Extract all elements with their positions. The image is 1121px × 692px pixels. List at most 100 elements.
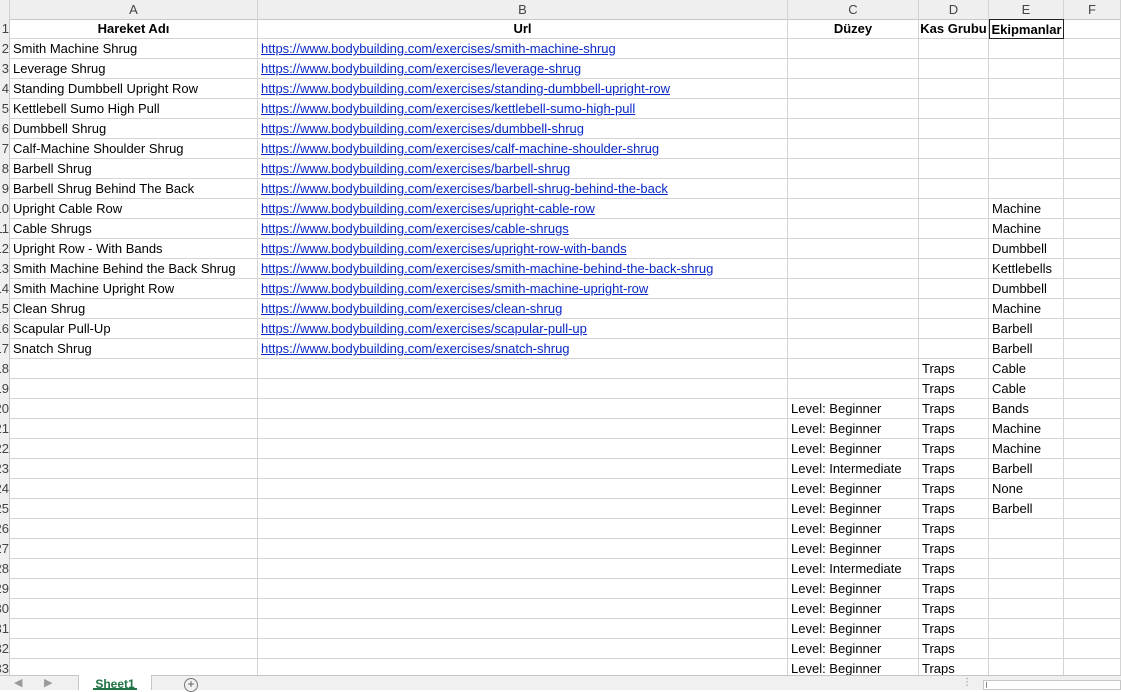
cell-kas-grubu[interactable]: [919, 259, 989, 279]
cell-duzey[interactable]: Level: Intermediate: [788, 559, 919, 579]
header-cell-hareket-adi[interactable]: Hareket Adı: [10, 19, 258, 39]
empty-cell[interactable]: [1064, 79, 1121, 99]
cell-url-link[interactable]: https://www.bodybuilding.com/exercises/s…: [258, 319, 788, 339]
cell-ekipmanlar[interactable]: [989, 39, 1064, 59]
column-header-b[interactable]: B: [258, 0, 788, 19]
cell-url-link[interactable]: https://www.bodybuilding.com/exercises/s…: [258, 79, 788, 99]
empty-cell[interactable]: [1064, 179, 1121, 199]
cell-duzey[interactable]: Level: Beginner: [788, 599, 919, 619]
cell-duzey[interactable]: Level: Beginner: [788, 499, 919, 519]
cell-duzey[interactable]: Level: Beginner: [788, 439, 919, 459]
column-header-c[interactable]: C: [788, 0, 919, 19]
cell-hareket-adi[interactable]: [10, 439, 258, 459]
column-header-f[interactable]: F: [1064, 0, 1121, 19]
empty-cell[interactable]: [1064, 479, 1121, 499]
cell-hareket-adi[interactable]: Cable Shrugs: [10, 219, 258, 239]
cell-url-link[interactable]: https://www.bodybuilding.com/exercises/d…: [258, 119, 788, 139]
cell-kas-grubu[interactable]: Traps: [919, 439, 989, 459]
cell-url-link[interactable]: [258, 379, 788, 399]
cell-ekipmanlar[interactable]: Machine: [989, 219, 1064, 239]
empty-cell[interactable]: [1064, 579, 1121, 599]
cell-hareket-adi[interactable]: [10, 619, 258, 639]
empty-cell[interactable]: [1064, 539, 1121, 559]
cell-kas-grubu[interactable]: Traps: [919, 459, 989, 479]
cell-kas-grubu[interactable]: Traps: [919, 579, 989, 599]
row-number[interactable]: 33: [0, 659, 10, 675]
cell-kas-grubu[interactable]: [919, 219, 989, 239]
cell-ekipmanlar[interactable]: [989, 99, 1064, 119]
empty-cell[interactable]: [1064, 359, 1121, 379]
cell-duzey[interactable]: [788, 239, 919, 259]
cell-kas-grubu[interactable]: [919, 79, 989, 99]
cell-duzey[interactable]: Level: Beginner: [788, 539, 919, 559]
cell-ekipmanlar[interactable]: [989, 539, 1064, 559]
cell-url-link[interactable]: [258, 399, 788, 419]
row-number[interactable]: 2: [0, 39, 10, 59]
cell-ekipmanlar[interactable]: Machine: [989, 199, 1064, 219]
cell-duzey[interactable]: Level: Beginner: [788, 639, 919, 659]
cell-url-link[interactable]: [258, 459, 788, 479]
cell-hareket-adi[interactable]: Clean Shrug: [10, 299, 258, 319]
cell-duzey[interactable]: [788, 299, 919, 319]
empty-cell[interactable]: [1064, 199, 1121, 219]
row-number[interactable]: 7: [0, 139, 10, 159]
row-number[interactable]: 8: [0, 159, 10, 179]
row-number[interactable]: 19: [0, 379, 10, 399]
row-number[interactable]: 16: [0, 319, 10, 339]
sheet-tab-sheet1[interactable]: Sheet1: [78, 675, 152, 690]
tab-scroll-left-icon[interactable]: ◀: [14, 677, 22, 689]
cell-kas-grubu[interactable]: Traps: [919, 639, 989, 659]
header-cell-url[interactable]: Url: [258, 19, 788, 39]
cell-url-link[interactable]: [258, 539, 788, 559]
cell-hareket-adi[interactable]: Snatch Shrug: [10, 339, 258, 359]
cell-ekipmanlar[interactable]: Cable: [989, 379, 1064, 399]
cell-hareket-adi[interactable]: Smith Machine Shrug: [10, 39, 258, 59]
column-header-a[interactable]: A: [10, 0, 258, 19]
cell-url-link[interactable]: [258, 359, 788, 379]
cell-duzey[interactable]: Level: Beginner: [788, 419, 919, 439]
cell-hareket-adi[interactable]: [10, 539, 258, 559]
plus-circle-icon[interactable]: +: [184, 678, 198, 692]
column-header-d[interactable]: D: [919, 0, 989, 19]
cell-hareket-adi[interactable]: Barbell Shrug Behind The Back: [10, 179, 258, 199]
cell-duzey[interactable]: [788, 339, 919, 359]
row-number[interactable]: 24: [0, 479, 10, 499]
cell-kas-grubu[interactable]: [919, 239, 989, 259]
empty-cell[interactable]: [1064, 239, 1121, 259]
row-number[interactable]: 30: [0, 599, 10, 619]
select-all-corner[interactable]: [0, 0, 10, 19]
cell-duzey[interactable]: [788, 59, 919, 79]
cell-duzey[interactable]: [788, 99, 919, 119]
cell-duzey[interactable]: [788, 279, 919, 299]
empty-cell[interactable]: [1064, 219, 1121, 239]
cell-ekipmanlar[interactable]: Kettlebells: [989, 259, 1064, 279]
empty-cell[interactable]: [1064, 599, 1121, 619]
cell-url-link[interactable]: [258, 439, 788, 459]
cell-url-link[interactable]: [258, 499, 788, 519]
cell-duzey[interactable]: [788, 379, 919, 399]
row-number[interactable]: 28: [0, 559, 10, 579]
cell-url-link[interactable]: [258, 599, 788, 619]
cell-hareket-adi[interactable]: Standing Dumbbell Upright Row: [10, 79, 258, 99]
empty-cell[interactable]: [1064, 299, 1121, 319]
cell-hareket-adi[interactable]: [10, 599, 258, 619]
cell-duzey[interactable]: Level: Beginner: [788, 519, 919, 539]
empty-cell[interactable]: [1064, 379, 1121, 399]
cell-ekipmanlar[interactable]: [989, 579, 1064, 599]
cell-duzey[interactable]: [788, 39, 919, 59]
cell-hareket-adi[interactable]: [10, 579, 258, 599]
cell-url-link[interactable]: https://www.bodybuilding.com/exercises/c…: [258, 219, 788, 239]
header-cell-kas-grubu[interactable]: Kas Grubu: [919, 19, 989, 39]
cell-url-link[interactable]: https://www.bodybuilding.com/exercises/s…: [258, 259, 788, 279]
cell-url-link[interactable]: [258, 619, 788, 639]
empty-cell[interactable]: [1064, 559, 1121, 579]
cell-url-link[interactable]: [258, 519, 788, 539]
spreadsheet-grid[interactable]: A B C D E F 1 Hareket Adı Url Düzey Kas …: [0, 0, 1121, 675]
row-number[interactable]: 14: [0, 279, 10, 299]
cell-hareket-adi[interactable]: [10, 659, 258, 675]
cell-url-link[interactable]: [258, 659, 788, 675]
cell-ekipmanlar[interactable]: [989, 659, 1064, 675]
cell-url-link[interactable]: https://www.bodybuilding.com/exercises/b…: [258, 159, 788, 179]
cell-hareket-adi[interactable]: [10, 399, 258, 419]
cell-url-link[interactable]: https://www.bodybuilding.com/exercises/k…: [258, 99, 788, 119]
